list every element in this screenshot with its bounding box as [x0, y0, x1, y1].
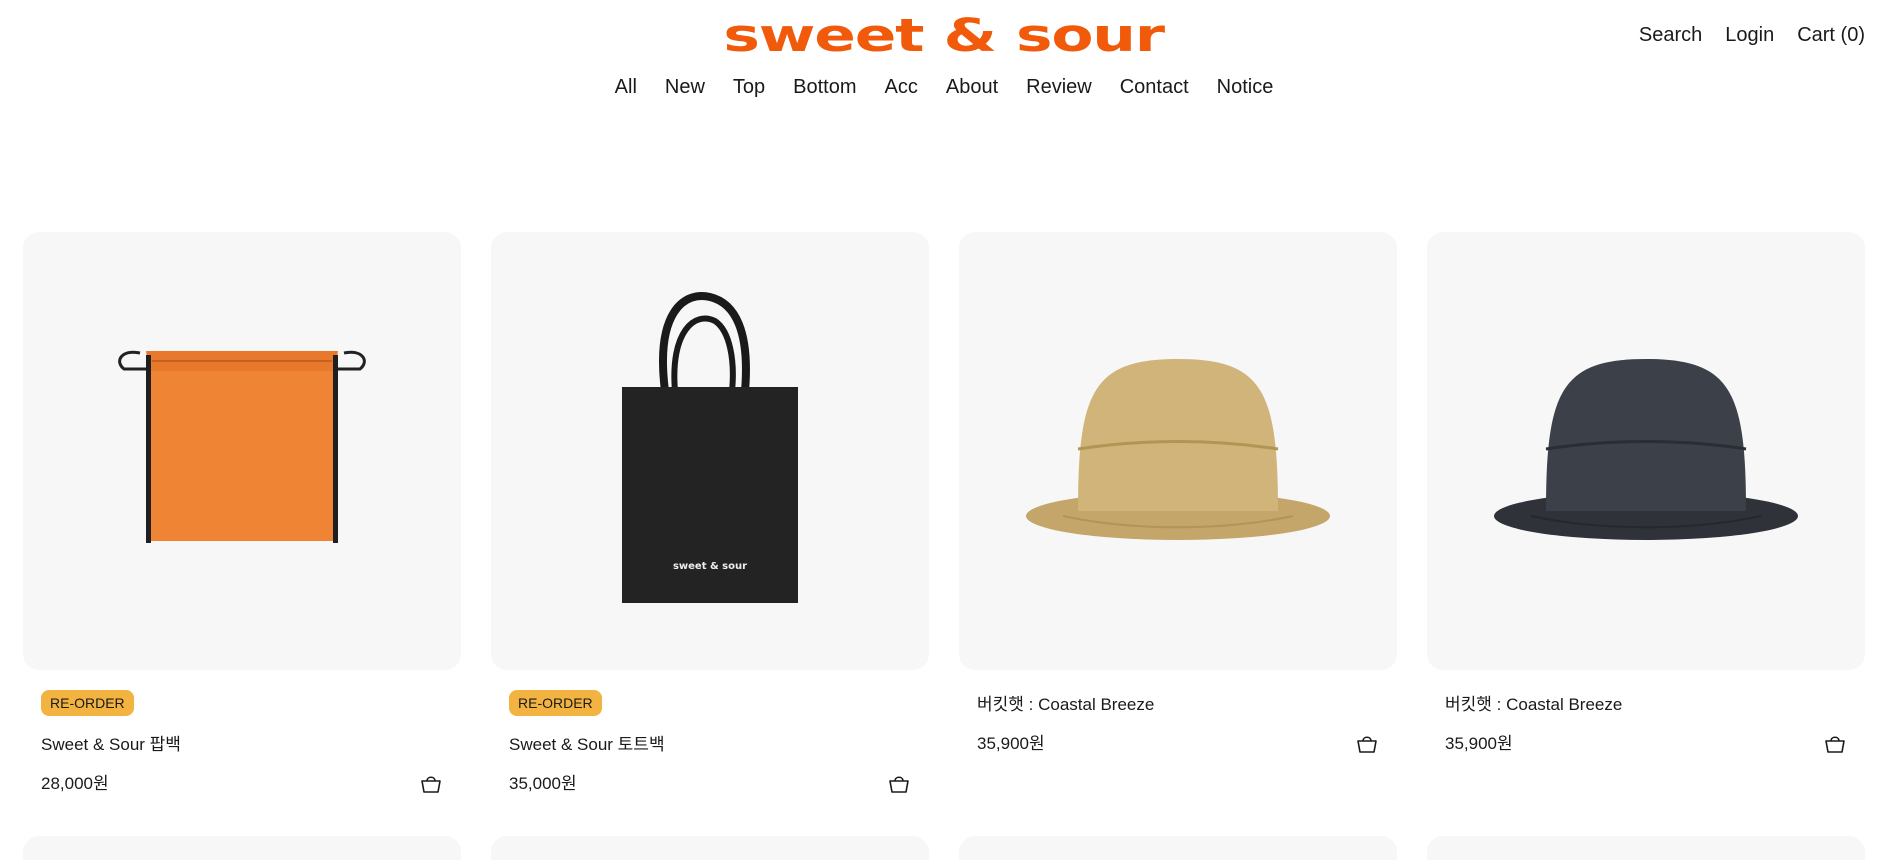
product-image-link[interactable]	[23, 232, 461, 670]
nav-item-bottom[interactable]: Bottom	[793, 76, 856, 99]
nav-item-notice[interactable]: Notice	[1217, 76, 1274, 99]
brand-logo[interactable]: sweet & sour	[717, 8, 1171, 64]
nav-item-review[interactable]: Review	[1026, 76, 1092, 99]
nav-item-about[interactable]: About	[946, 76, 998, 99]
reorder-badge: RE-ORDER	[509, 690, 602, 716]
add-to-cart-icon[interactable]	[1355, 732, 1379, 756]
search-link[interactable]: Search	[1639, 24, 1702, 47]
tote-bag-image: sweet & sour	[622, 292, 798, 603]
product-card: sweet & sour RE-ORDER Sweet & Sour 토트백 3…	[491, 232, 929, 802]
product-image-link[interactable]	[491, 836, 929, 860]
product-price: 35,900원	[977, 734, 1045, 753]
product-name[interactable]: 버킷햇 : Coastal Breeze	[977, 690, 1379, 715]
add-to-cart-icon[interactable]	[1823, 732, 1847, 756]
product-grid: RE-ORDER Sweet & Sour 팝백 28,000원 sweet &…	[23, 232, 1865, 802]
site-header: sweet & sour Search Login Cart (0) All N…	[0, 0, 1888, 120]
add-to-cart-icon[interactable]	[419, 772, 443, 796]
product-name[interactable]: 버킷햇 : Coastal Breeze	[1445, 690, 1847, 715]
category-nav: All New Top Bottom Acc About Review Cont…	[0, 76, 1888, 99]
product-name[interactable]: Sweet & Sour 팝백	[41, 730, 443, 755]
product-image-link[interactable]: sweet & sour	[491, 232, 929, 670]
product-card: RE-ORDER Sweet & Sour 팝백 28,000원	[23, 232, 461, 802]
product-price: 35,900원	[1445, 734, 1513, 753]
nav-item-all[interactable]: All	[615, 76, 637, 99]
product-image-link[interactable]	[959, 232, 1397, 670]
nav-item-acc[interactable]: Acc	[885, 76, 918, 99]
product-card: 버킷햇 : Coastal Breeze 35,900원	[1427, 232, 1865, 802]
product-grid-next-row	[23, 836, 1865, 860]
product-price: 28,000원	[41, 774, 109, 793]
cart-link[interactable]: Cart (0)	[1797, 24, 1865, 47]
tote-print-text: sweet & sour	[673, 561, 747, 572]
nav-item-top[interactable]: Top	[733, 76, 765, 99]
drawstring-bag-image	[118, 350, 366, 543]
utility-menu: Search Login Cart (0)	[1639, 24, 1865, 47]
bucket-hat-image	[1494, 359, 1798, 540]
nav-item-contact[interactable]: Contact	[1120, 76, 1189, 99]
product-price: 35,000원	[509, 774, 577, 793]
product-image-link[interactable]	[1427, 836, 1865, 860]
product-card: 버킷햇 : Coastal Breeze 35,900원	[959, 232, 1397, 802]
product-image-link[interactable]	[1427, 232, 1865, 670]
reorder-badge: RE-ORDER	[41, 690, 134, 716]
product-name[interactable]: Sweet & Sour 토트백	[509, 730, 911, 755]
nav-item-new[interactable]: New	[665, 76, 705, 99]
add-to-cart-icon[interactable]	[887, 772, 911, 796]
bucket-hat-image	[1026, 359, 1330, 540]
product-image-link[interactable]	[959, 836, 1397, 860]
product-image-link[interactable]	[23, 836, 461, 860]
logo-text: sweet & sour	[723, 9, 1166, 63]
login-link[interactable]: Login	[1725, 24, 1774, 47]
